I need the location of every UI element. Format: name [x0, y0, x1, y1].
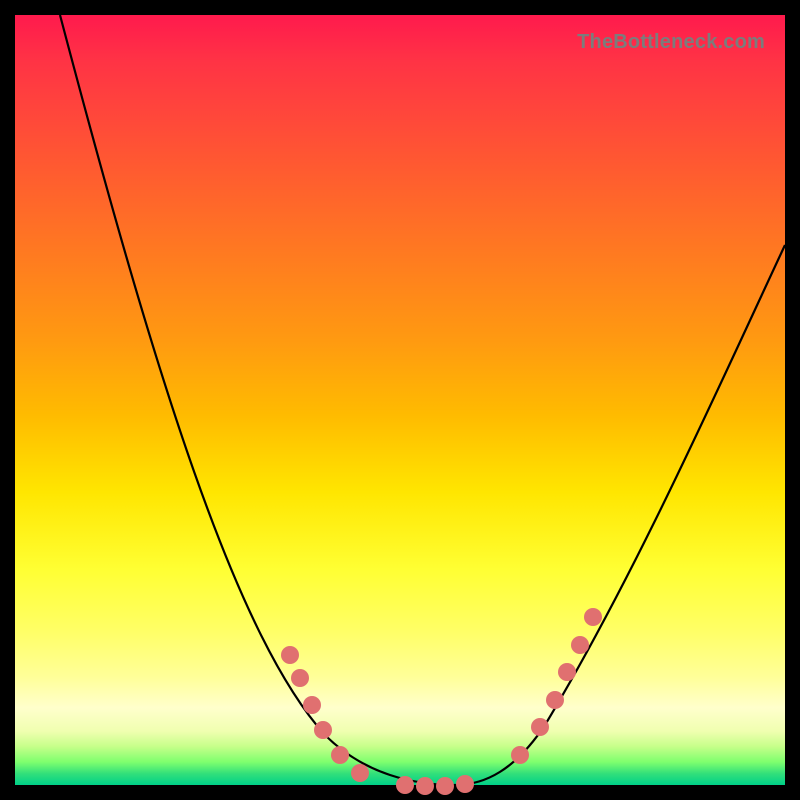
marker-dot [584, 608, 602, 626]
marker-dot [314, 721, 332, 739]
chart-svg [15, 15, 785, 785]
plot-area: TheBottleneck.com [15, 15, 785, 785]
marker-dot [456, 775, 474, 793]
marker-dot [291, 669, 309, 687]
chart-frame: TheBottleneck.com [0, 0, 800, 800]
marker-dot [281, 646, 299, 664]
bottleneck-curve [60, 15, 785, 785]
marker-dot [303, 696, 321, 714]
marker-dot [546, 691, 564, 709]
marker-dots-group [281, 608, 602, 795]
marker-dot [558, 663, 576, 681]
marker-dot [531, 718, 549, 736]
marker-dot [331, 746, 349, 764]
marker-dot [396, 776, 414, 794]
marker-dot [416, 777, 434, 795]
marker-dot [436, 777, 454, 795]
marker-dot [571, 636, 589, 654]
marker-dot [511, 746, 529, 764]
marker-dot [351, 764, 369, 782]
